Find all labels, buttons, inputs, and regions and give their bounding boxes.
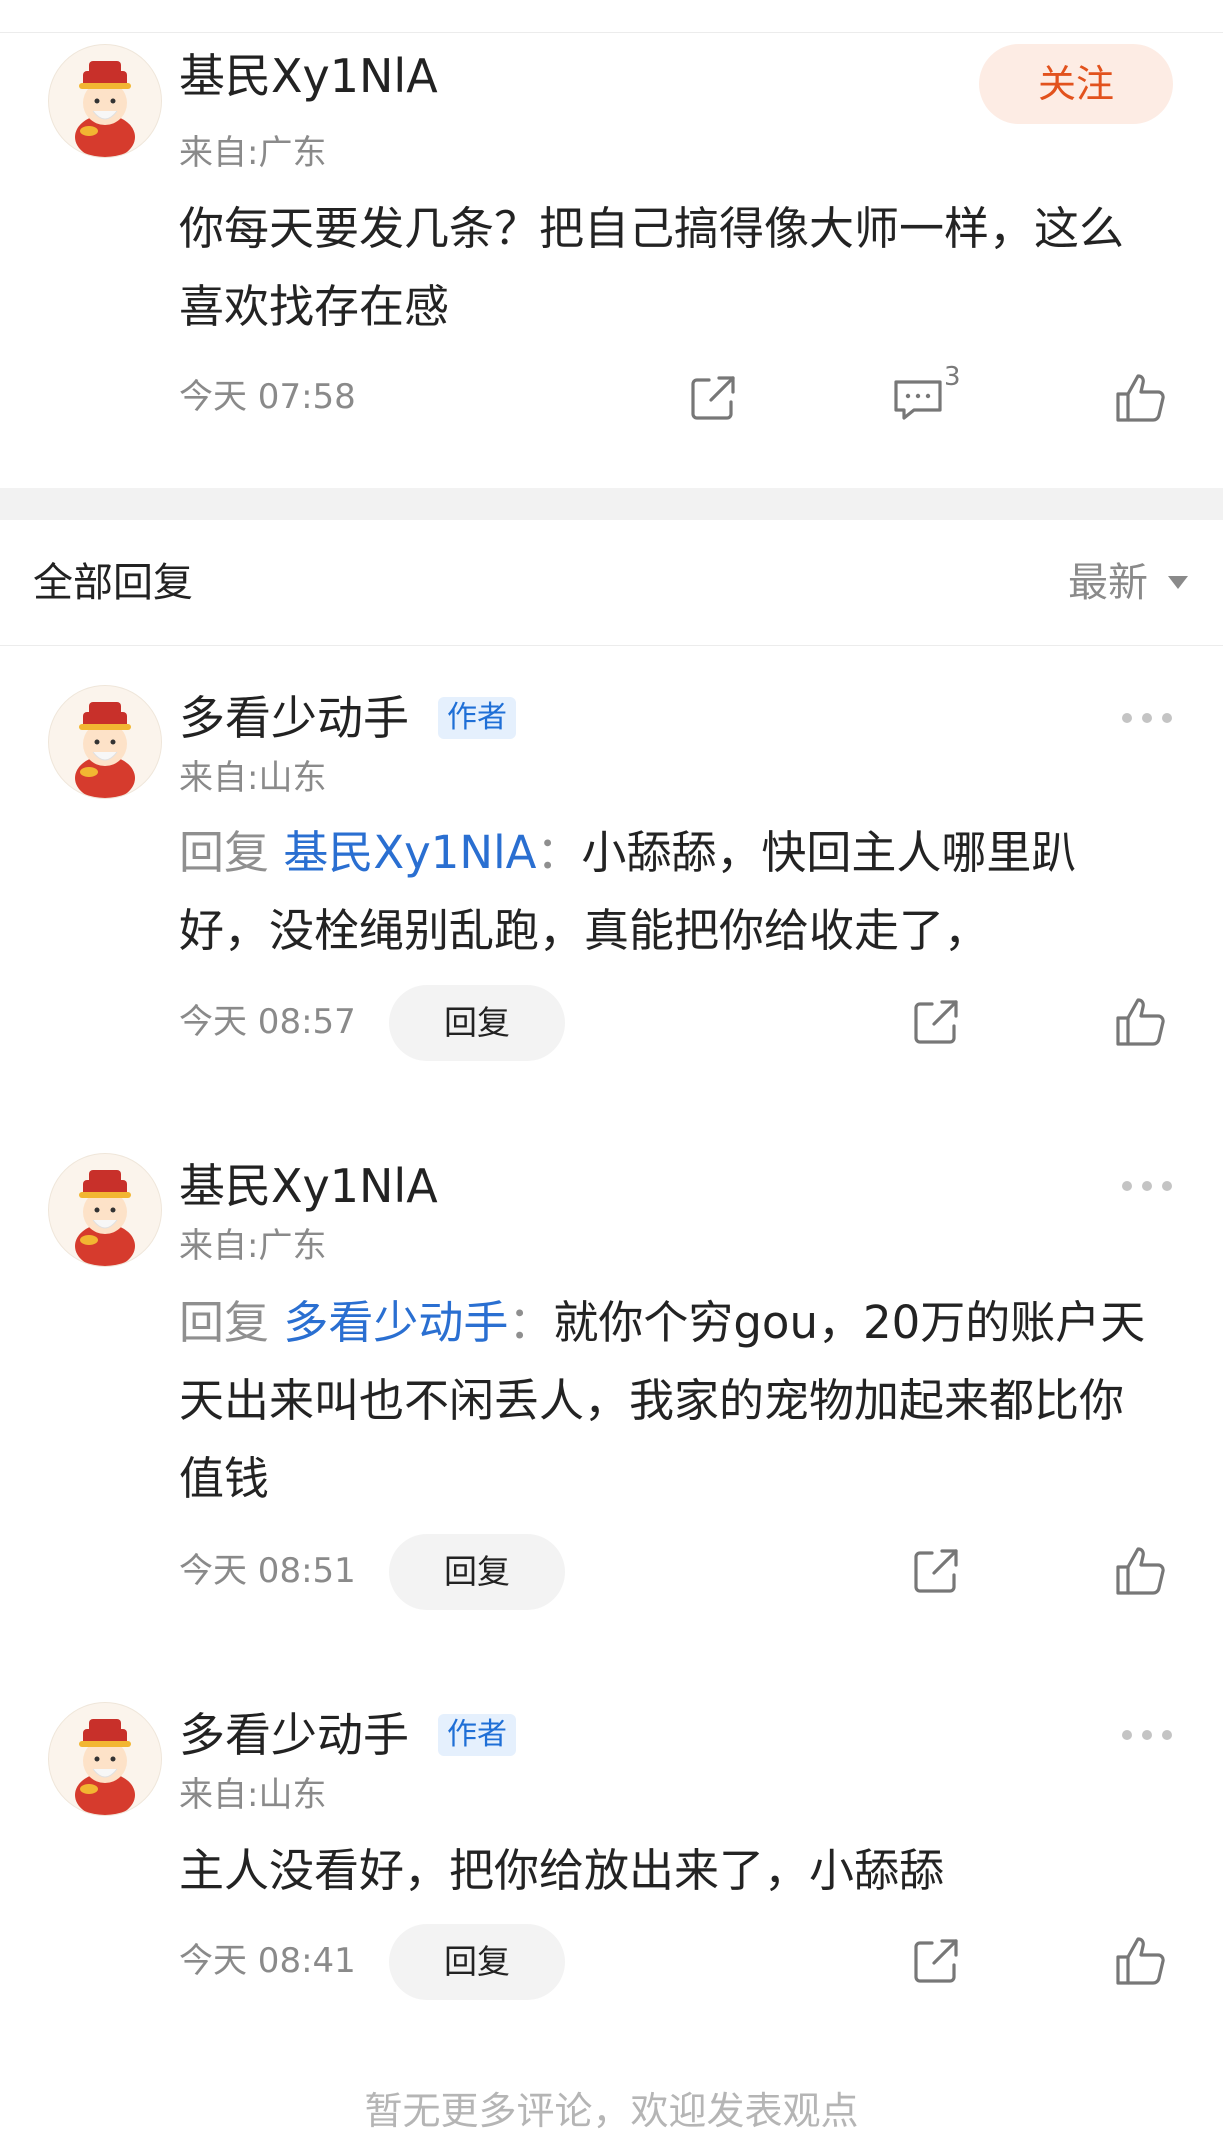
comment-count: 3: [944, 362, 961, 392]
thumbs-up-icon[interactable]: [1110, 1931, 1170, 1991]
reply-username[interactable]: 多看少动手: [179, 1707, 409, 1763]
caret-down-icon[interactable]: [1168, 576, 1188, 589]
reply-prefix: 回复: [179, 826, 284, 879]
top-divider: [0, 32, 1223, 33]
reply-button[interactable]: 回复: [389, 985, 565, 1061]
thumbs-up-icon[interactable]: [1110, 368, 1170, 428]
reply-button[interactable]: 回复: [389, 1534, 565, 1610]
no-more-comments-hint: 暂无更多评论，欢迎发表观点: [364, 2089, 859, 2133]
reply-location: 来自:广东: [179, 1226, 327, 1266]
reply-prefix: 回复: [179, 1296, 284, 1349]
author-badge: 作者: [438, 1714, 516, 1756]
all-replies-title: 全部回复: [33, 560, 193, 606]
reply-target-link[interactable]: 多看少动手: [283, 1296, 508, 1349]
reply-username[interactable]: 基民Xy1NlA: [179, 1158, 438, 1214]
share-icon[interactable]: [906, 1931, 966, 1991]
caishen-avatar-icon: [75, 702, 135, 798]
more-dots-icon[interactable]: [1120, 1177, 1174, 1193]
reply-location: 来自:山东: [179, 1775, 327, 1815]
thumbs-up-icon[interactable]: [1110, 992, 1170, 1052]
comment-icon[interactable]: [888, 368, 948, 428]
reply-username[interactable]: 多看少动手: [179, 690, 409, 746]
post-time: 今天 07:58: [179, 377, 356, 417]
reply-time: 今天 08:57: [179, 1002, 356, 1042]
reply-avatar[interactable]: [48, 1702, 162, 1816]
reply-target-link[interactable]: 基民Xy1NlA: [283, 826, 536, 879]
reply-content: 回复 多看少动手：就你个穷gou，20万的账户天天出来叫也不闲丢人，我家的宠物加…: [179, 1284, 1159, 1518]
post-location: 来自:广东: [179, 133, 327, 173]
reply-button[interactable]: 回复: [389, 1924, 565, 2000]
follow-button[interactable]: 关注: [979, 44, 1173, 124]
section-separator: [0, 488, 1223, 520]
caishen-avatar-icon: [75, 1719, 135, 1815]
reply-separator: ：: [536, 826, 582, 879]
reply-time: 今天 08:41: [179, 1941, 356, 1981]
post-content: 你每天要发几条？把自己搞得像大师一样，这么喜欢找存在感: [179, 202, 1125, 333]
reply-avatar[interactable]: [48, 685, 162, 799]
sort-selector[interactable]: 最新: [1068, 556, 1148, 610]
reply-avatar[interactable]: [48, 1153, 162, 1267]
reply-content: 回复 基民Xy1NlA：小舔舔，快回主人哪里趴好，没栓绳别乱跑，真能把你给收走了…: [179, 814, 1159, 970]
more-dots-icon[interactable]: [1120, 709, 1174, 725]
post-avatar[interactable]: [48, 44, 162, 158]
post-username[interactable]: 基民Xy1NlA: [179, 48, 438, 104]
share-icon[interactable]: [683, 368, 743, 428]
reply-time: 今天 08:51: [179, 1551, 356, 1591]
more-dots-icon[interactable]: [1120, 1726, 1174, 1742]
reply-content: 主人没看好，把你给放出来了，小舔舔: [179, 1844, 945, 1897]
share-icon[interactable]: [906, 992, 966, 1052]
reply-separator: ：: [508, 1296, 554, 1349]
share-icon[interactable]: [906, 1541, 966, 1601]
author-badge: 作者: [438, 697, 516, 739]
reply-location: 来自:山东: [179, 758, 327, 798]
caishen-avatar-icon: [75, 61, 135, 157]
section-divider: [0, 645, 1223, 646]
caishen-avatar-icon: [75, 1170, 135, 1266]
thumbs-up-icon[interactable]: [1110, 1541, 1170, 1601]
